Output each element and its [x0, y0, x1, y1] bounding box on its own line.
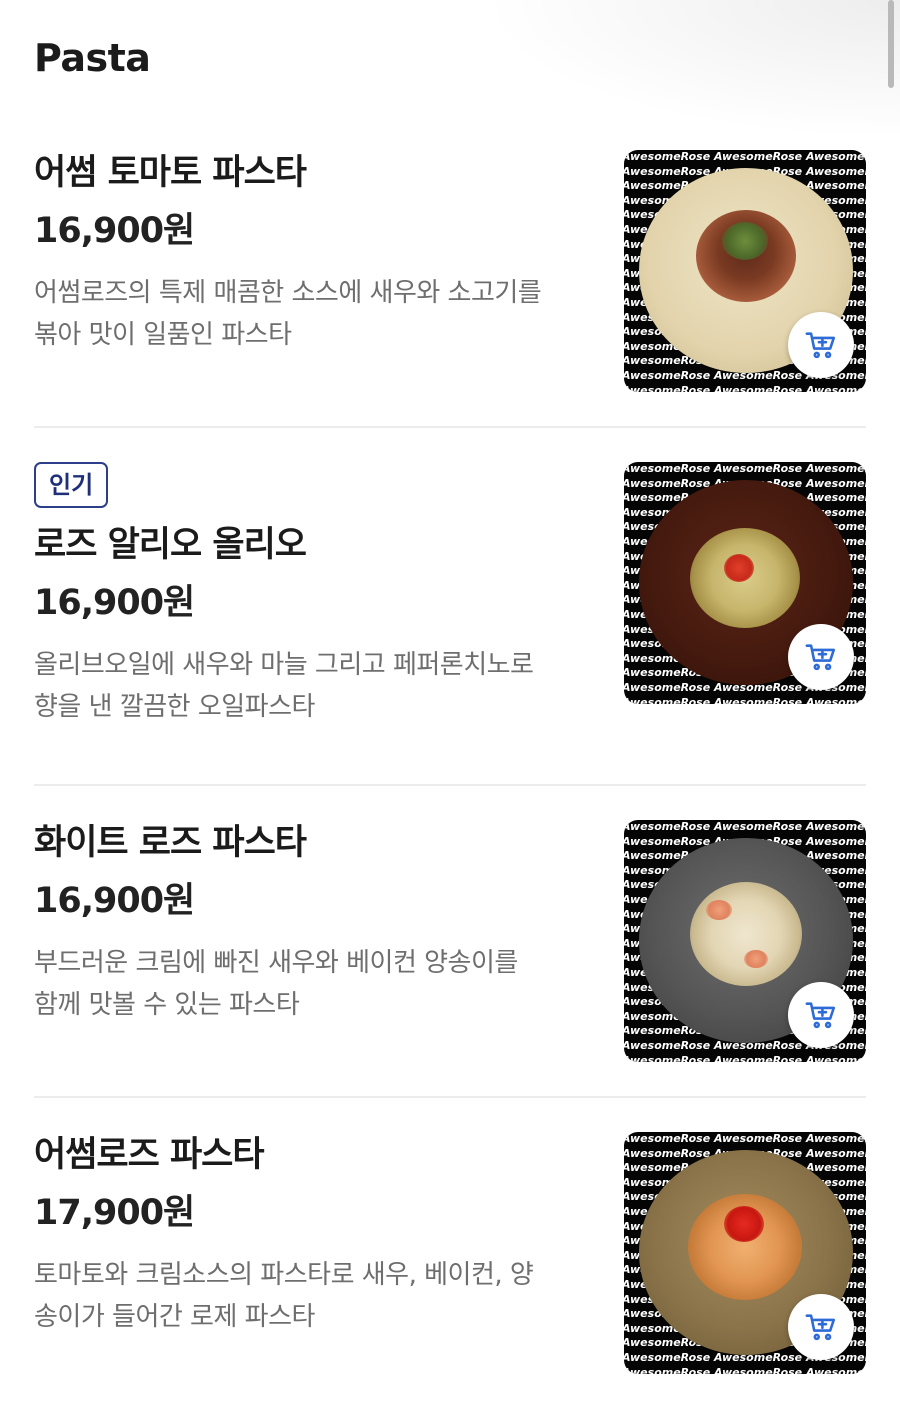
item-description-line: 부드러운 크림에 빠진 새우와 베이컨 양송이를 [34, 948, 518, 978]
divider [34, 426, 866, 428]
item-info: 어썸로즈 파스타 17,900원 토마토와 크림소스의 파스타로 새우, 베이컨… [34, 1132, 594, 1338]
item-price: 16,900원 [34, 881, 195, 921]
shrimp-garnish [744, 950, 768, 968]
item-description: 올리브오일에 새우와 마늘 그리고 페퍼론치노로 향을 낸 깔끔한 오일파스타 [34, 644, 594, 728]
menu-item-awesome-tomato-pasta[interactable]: 어썸 토마토 파스타 16,900원 어썸로즈의 특제 매콤한 소스에 새우와 … [34, 150, 866, 392]
watermark-line: AwesomeRose AwesomeRose AwesomeRose Awes… [624, 820, 866, 833]
item-description-line: 올리브오일에 새우와 마늘 그리고 페퍼론치노로 [34, 650, 534, 680]
watermark-line: AwesomeRose AwesomeRose AwesomeRose Awes… [624, 150, 866, 163]
menu-item-awesome-rose-pasta[interactable]: 어썸로즈 파스타 17,900원 토마토와 크림소스의 파스타로 새우, 베이컨… [34, 1132, 866, 1374]
item-name: 화이트 로즈 파스타 [34, 823, 307, 863]
item-description: 부드러운 크림에 빠진 새우와 베이컨 양송이를 함께 맛볼 수 있는 파스타 [34, 942, 594, 1026]
add-to-cart-button[interactable] [788, 982, 854, 1048]
item-description: 토마토와 크림소스의 파스타로 새우, 베이컨, 양 송이가 들어간 로제 파스… [34, 1254, 594, 1338]
watermark-line: AwesomeRose AwesomeRose AwesomeRose Awes… [624, 462, 866, 475]
divider [34, 784, 866, 786]
add-to-cart-icon [805, 1314, 836, 1341]
item-description-line: 향을 낸 깔끔한 오일파스타 [34, 692, 315, 722]
item-info: 인기 로즈 알리오 올리오 16,900원 올리브오일에 새우와 마늘 그리고 … [34, 462, 594, 728]
watermark-line: AwesomeRose AwesomeRose AwesomeRose Awes… [624, 1365, 866, 1375]
watermark-line: AwesomeRose AwesomeRose AwesomeRose Awes… [624, 695, 866, 705]
item-description-line: 볶아 맛이 일품인 파스타 [34, 320, 292, 350]
divider [34, 1096, 866, 1098]
add-to-cart-button[interactable] [788, 312, 854, 378]
rose-garnish [724, 1206, 764, 1242]
item-info: 화이트 로즈 파스타 16,900원 부드러운 크림에 빠진 새우와 베이컨 양… [34, 820, 594, 1026]
add-to-cart-button[interactable] [788, 624, 854, 690]
item-description-line: 송이가 들어간 로제 파스타 [34, 1302, 315, 1332]
watermark-line: AwesomeRose AwesomeRose AwesomeRose Awes… [624, 1132, 866, 1145]
item-description-line: 함께 맛볼 수 있는 파스타 [34, 990, 300, 1020]
rose-garnish [724, 554, 754, 582]
add-to-cart-icon [805, 332, 836, 359]
item-photo[interactable]: AwesomeRose AwesomeRose AwesomeRose Awes… [624, 462, 866, 704]
item-name: 어썸 토마토 파스타 [34, 153, 307, 193]
pasta-food [690, 882, 802, 986]
menu-item-white-rose-pasta[interactable]: 화이트 로즈 파스타 16,900원 부드러운 크림에 빠진 새우와 베이컨 양… [34, 820, 866, 1062]
add-to-cart-button[interactable] [788, 1294, 854, 1360]
item-name: 어썸로즈 파스타 [34, 1135, 265, 1175]
shrimp-garnish [706, 900, 732, 920]
item-price: 16,900원 [34, 583, 195, 623]
watermark-line: AwesomeRose AwesomeRose AwesomeRose Awes… [624, 1053, 866, 1063]
watermark-line: AwesomeRose AwesomeRose AwesomeRose Awes… [624, 383, 866, 393]
item-name: 로즈 알리오 올리오 [34, 525, 307, 565]
item-price: 17,900원 [34, 1193, 195, 1233]
popular-badge: 인기 [34, 462, 109, 508]
item-photo[interactable]: AwesomeRose AwesomeRose AwesomeRose Awes… [624, 1132, 866, 1374]
menu-item-rose-aglio-olio[interactable]: 인기 로즈 알리오 올리오 16,900원 올리브오일에 새우와 마늘 그리고 … [34, 462, 866, 722]
add-to-cart-icon [805, 644, 836, 671]
item-description-line: 토마토와 크림소스의 파스타로 새우, 베이컨, 양 [34, 1260, 534, 1290]
item-info: 어썸 토마토 파스타 16,900원 어썸로즈의 특제 매콤한 소스에 새우와 … [34, 150, 594, 356]
item-description-line: 어썸로즈의 특제 매콤한 소스에 새우와 소고기를 [34, 278, 542, 308]
top-shade [480, 0, 900, 140]
item-description: 어썸로즈의 특제 매콤한 소스에 새우와 소고기를 볶아 맛이 일품인 파스타 [34, 272, 594, 356]
item-photo[interactable]: AwesomeRose AwesomeRose AwesomeRose Awes… [624, 150, 866, 392]
herb-garnish [722, 222, 768, 260]
item-price: 16,900원 [34, 211, 195, 251]
section-title: Pasta [34, 36, 151, 80]
add-to-cart-icon [805, 1002, 836, 1029]
item-photo[interactable]: AwesomeRose AwesomeRose AwesomeRose Awes… [624, 820, 866, 1062]
scrollbar[interactable] [888, 0, 894, 88]
